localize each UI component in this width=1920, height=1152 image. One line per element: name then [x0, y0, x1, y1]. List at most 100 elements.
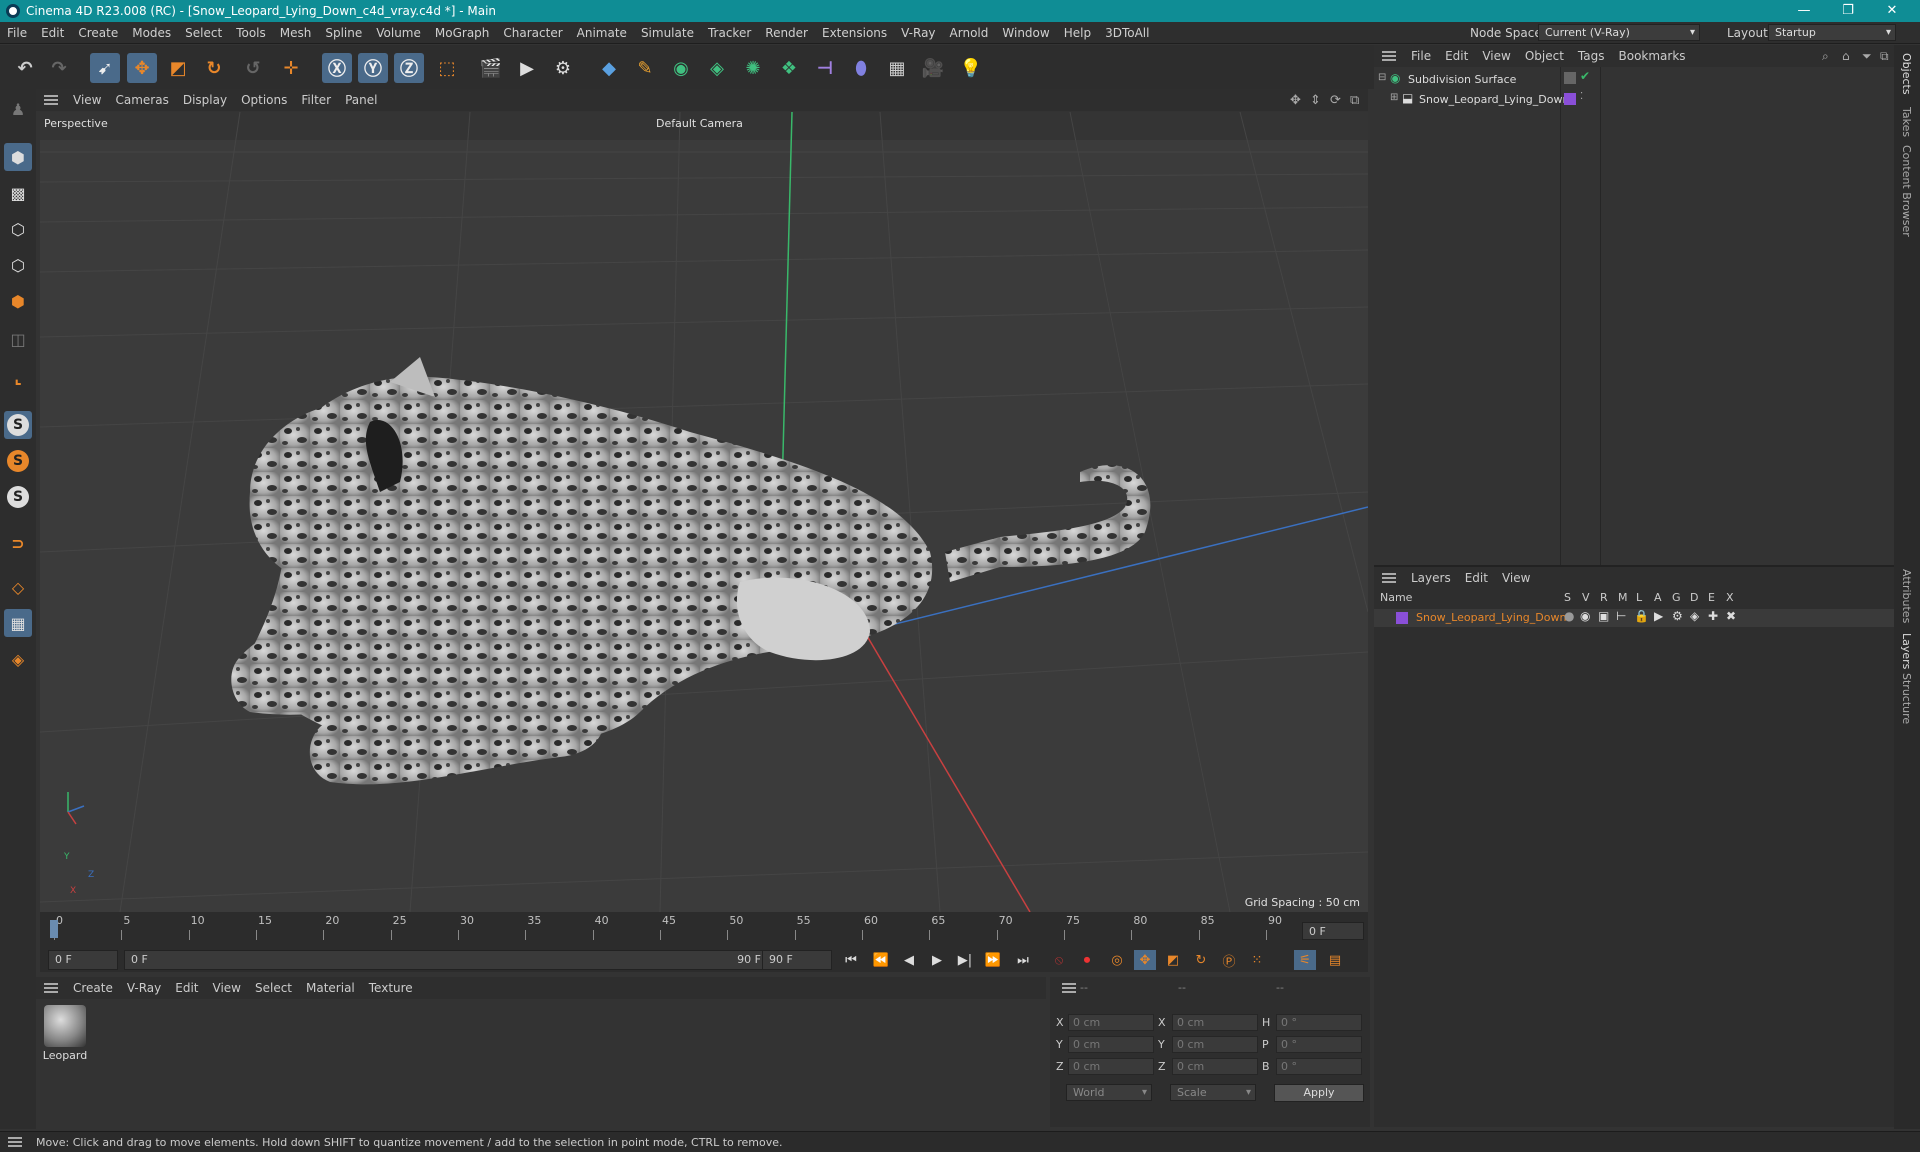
- coordinates-menu-icon[interactable]: [1062, 983, 1076, 993]
- make-editable-icon[interactable]: ♟: [4, 95, 32, 123]
- tab-takes[interactable]: Takes: [1900, 107, 1913, 137]
- layer-menu-view[interactable]: View: [1495, 571, 1537, 585]
- undo-icon[interactable]: ↶: [10, 53, 40, 83]
- subdivision-surface-icon[interactable]: ◉: [666, 53, 696, 83]
- x-axis-lock-icon[interactable]: Ⓧ: [322, 53, 352, 83]
- material-item[interactable]: Leopard: [42, 1005, 88, 1062]
- layer-manager-icon[interactable]: ⊢: [1616, 609, 1626, 623]
- lock-workplane-icon[interactable]: ◈: [4, 645, 32, 673]
- coord-rot-h-field[interactable]: 0 °: [1276, 1014, 1362, 1031]
- world-coordinates-icon[interactable]: ⬚: [432, 53, 462, 83]
- object-menu-bookmarks[interactable]: Bookmarks: [1612, 49, 1693, 63]
- end-frame-field[interactable]: 90 F: [762, 950, 832, 970]
- close-button[interactable]: ✕: [1872, 0, 1912, 22]
- menu-modes[interactable]: Modes: [125, 26, 178, 40]
- snap-icon[interactable]: S: [4, 411, 32, 439]
- workplane-snap-icon[interactable]: S: [4, 483, 32, 511]
- key-parameter-icon[interactable]: Ⓟ: [1218, 950, 1240, 970]
- coord-pos-x-field[interactable]: 0 cm: [1068, 1014, 1154, 1031]
- viewport-nav-rotate-icon[interactable]: ⟳: [1330, 93, 1341, 108]
- y-axis-lock-icon[interactable]: Ⓨ: [358, 53, 388, 83]
- light-object-icon[interactable]: 💡: [956, 53, 986, 83]
- menu-file[interactable]: File: [0, 26, 34, 40]
- coord-pos-z-field[interactable]: 0 cm: [1068, 1058, 1154, 1075]
- array-icon[interactable]: ❖: [774, 53, 804, 83]
- next-frame-icon[interactable]: ▶|: [954, 950, 976, 970]
- menu-edit[interactable]: Edit: [34, 26, 71, 40]
- redo-icon[interactable]: ↷: [44, 53, 74, 83]
- menu-mograph[interactable]: MoGraph: [428, 26, 497, 40]
- key-scale-icon[interactable]: ◩: [1162, 950, 1184, 970]
- coord-size-x-field[interactable]: 0 cm: [1172, 1014, 1258, 1031]
- enabled-check-icon[interactable]: ✔: [1580, 69, 1590, 83]
- object-search-icon[interactable]: ⌕: [1822, 49, 1829, 64]
- timeline-window-icon[interactable]: ▤: [1324, 950, 1346, 970]
- tab-content-browser[interactable]: Content Browser: [1900, 145, 1913, 237]
- layer-expression-icon[interactable]: ✚: [1708, 609, 1718, 623]
- go-to-end-icon[interactable]: ⏭: [1012, 950, 1034, 970]
- current-frame-field[interactable]: 0 F: [1302, 922, 1364, 940]
- keyframe-selection-icon[interactable]: ◎: [1106, 950, 1128, 970]
- object-menu-icon[interactable]: [1382, 51, 1396, 61]
- restore-button[interactable]: ❐: [1828, 0, 1868, 22]
- menu-extensions[interactable]: Extensions: [815, 26, 894, 40]
- material-menu-create[interactable]: Create: [66, 981, 120, 995]
- layer-generator-icon[interactable]: ⚙: [1672, 609, 1683, 623]
- viewport-menu-display[interactable]: Display: [176, 93, 234, 107]
- recent-tool-icon[interactable]: ↺: [238, 53, 268, 83]
- menu-3dtoall[interactable]: 3DToAll: [1098, 26, 1156, 40]
- polygons-mode-icon[interactable]: ⬢: [4, 287, 32, 315]
- layer-row[interactable]: Snow_Leopard_Lying_Down ● ◉ ▣ ⊢ 🔒 ▶ ⚙ ◈ …: [1374, 609, 1894, 627]
- camera-object-icon[interactable]: 🎥: [918, 53, 948, 83]
- autokey-icon[interactable]: ⏺: [1076, 950, 1098, 970]
- layer-menu-layers[interactable]: Layers: [1404, 571, 1458, 585]
- material-menu-vray[interactable]: V-Ray: [120, 981, 168, 995]
- layer-color-swatch[interactable]: [1564, 93, 1576, 105]
- layer-color-swatch[interactable]: [1396, 612, 1408, 624]
- axis-mode-icon[interactable]: ⌞: [4, 363, 32, 391]
- z-axis-lock-icon[interactable]: Ⓩ: [394, 53, 424, 83]
- frame-range-slider[interactable]: 0 F 90 F: [124, 950, 784, 970]
- material-menu-select[interactable]: Select: [248, 981, 299, 995]
- expand-icon[interactable]: ⊟: [1378, 72, 1386, 83]
- timeline-playhead[interactable]: [50, 920, 58, 938]
- material-menu-material[interactable]: Material: [299, 981, 362, 995]
- layer-deformer-icon[interactable]: ◈: [1690, 609, 1699, 623]
- coord-mode-dropdown[interactable]: Scale: [1170, 1084, 1256, 1101]
- menu-volume[interactable]: Volume: [369, 26, 428, 40]
- viewport-nav-move-icon[interactable]: ✥: [1290, 93, 1301, 108]
- coord-size-y-field[interactable]: 0 cm: [1172, 1036, 1258, 1053]
- 3d-viewport[interactable]: Perspective Default Camera Y Z X Grid Sp…: [40, 112, 1368, 912]
- object-menu-tags[interactable]: Tags: [1571, 49, 1612, 63]
- menu-simulate[interactable]: Simulate: [634, 26, 701, 40]
- grid-icon[interactable]: ▦: [4, 609, 32, 637]
- object-menu-edit[interactable]: Edit: [1438, 49, 1475, 63]
- layer-animation-icon[interactable]: ▶: [1654, 609, 1663, 623]
- object-menu-view[interactable]: View: [1475, 49, 1517, 63]
- select-tool-icon[interactable]: ➹: [90, 53, 120, 83]
- floor-object-icon[interactable]: ▦: [882, 53, 912, 83]
- deformer-icon[interactable]: ⊣: [810, 53, 840, 83]
- go-to-start-icon[interactable]: ⏮: [840, 950, 862, 970]
- model-mode-icon[interactable]: ⬢: [4, 143, 32, 171]
- material-menu-icon[interactable]: [44, 983, 58, 993]
- coord-pos-y-field[interactable]: 0 cm: [1068, 1036, 1154, 1053]
- material-menu-edit[interactable]: Edit: [168, 981, 205, 995]
- play-icon[interactable]: ▶: [926, 950, 948, 970]
- menu-help[interactable]: Help: [1057, 26, 1098, 40]
- layer-view-eye-icon[interactable]: ◉: [1580, 609, 1590, 623]
- object-new-window-icon[interactable]: ⧉: [1880, 49, 1889, 64]
- menu-select[interactable]: Select: [178, 26, 229, 40]
- menu-arnold[interactable]: Arnold: [943, 26, 996, 40]
- visibility-dots-icon[interactable]: ⁚: [1580, 91, 1583, 102]
- coord-space-dropdown[interactable]: World: [1066, 1084, 1152, 1101]
- layer-xref-icon[interactable]: ✖: [1726, 609, 1736, 623]
- layer-menu-icon[interactable]: [1382, 573, 1396, 583]
- viewport-maximize-icon[interactable]: ⧉: [1350, 93, 1359, 108]
- move-tool-icon[interactable]: ✥: [127, 53, 157, 83]
- snap-settings-icon[interactable]: S: [4, 447, 32, 475]
- points-mode-icon[interactable]: ⬡: [4, 215, 32, 243]
- object-row-subdivision[interactable]: ⊟ ◉ Subdivision Surface ✔: [1374, 69, 1894, 89]
- menu-window[interactable]: Window: [995, 26, 1056, 40]
- extrude-generator-icon[interactable]: ◈: [702, 53, 732, 83]
